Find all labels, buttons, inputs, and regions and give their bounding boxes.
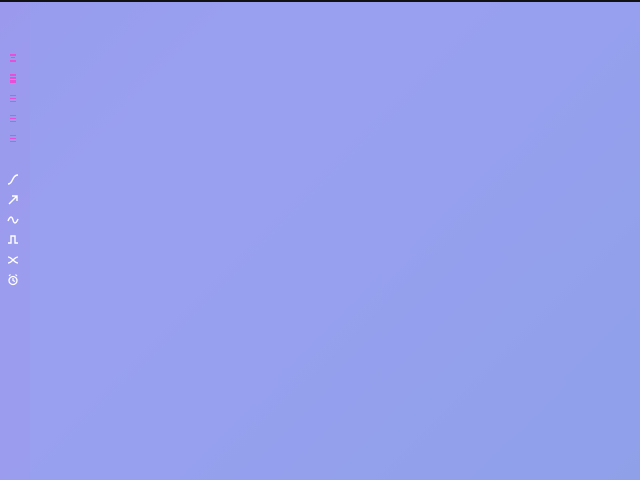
sine-wave-icon[interactable] [4,212,22,228]
shuffle-icon[interactable] [4,252,22,268]
curve-icon[interactable] [4,172,22,188]
bar-level-2-icon[interactable] [4,72,22,88]
alarm-clock-icon[interactable] [4,272,22,288]
bar-level-4-icon[interactable] [4,112,22,128]
bar-level-5-icon[interactable] [4,132,22,148]
top-strip [0,0,640,2]
square-wave-icon[interactable] [4,232,22,248]
left-toolbar [0,2,30,480]
arrow-up-right-icon[interactable] [4,192,22,208]
bar-level-3-icon[interactable] [4,92,22,108]
bar-level-1-icon[interactable] [4,52,22,68]
